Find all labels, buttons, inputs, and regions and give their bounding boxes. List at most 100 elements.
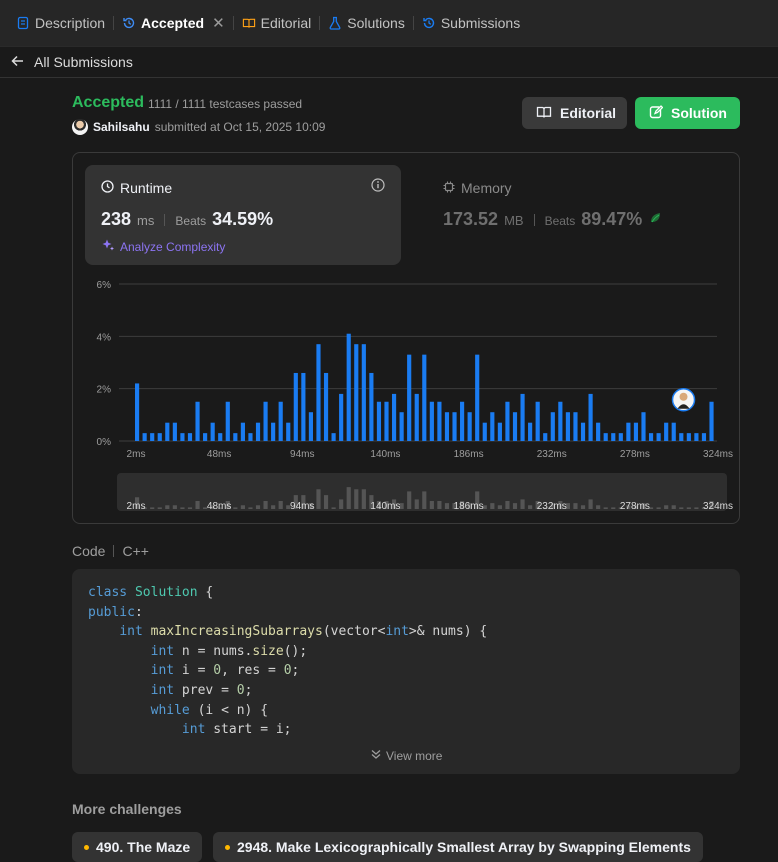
view-more-button[interactable]: View more: [370, 747, 442, 767]
navigator-bar: [671, 505, 676, 509]
y-tick-label: 2%: [97, 385, 112, 396]
bar: [407, 354, 412, 441]
code-line: int start = i;: [181, 722, 292, 738]
navigator-tick-label: 278ms: [620, 501, 650, 512]
memory-card[interactable]: Memory 173.52 MB Beats 89.47%: [427, 165, 727, 265]
bar: [664, 422, 669, 441]
tab-accepted-label: Accepted: [141, 15, 205, 31]
book-icon: [536, 105, 552, 122]
bar: [203, 433, 208, 441]
x-tick-label: 2ms: [127, 449, 146, 460]
difficulty-dot: [225, 844, 230, 850]
navigator-bar: [490, 503, 495, 509]
bar: [376, 401, 382, 441]
bar: [278, 401, 283, 441]
navigator-bar: [150, 507, 155, 509]
chip-icon: [443, 180, 455, 196]
code-line: public:: [88, 604, 143, 620]
avatar[interactable]: [72, 119, 88, 135]
navigator-bar: [588, 499, 593, 509]
info-icon[interactable]: [371, 178, 385, 195]
divider: [113, 545, 115, 557]
bar: [701, 433, 707, 441]
bar: [225, 401, 230, 441]
navigator-bar: [331, 507, 336, 509]
bar: [172, 422, 177, 441]
bar: [437, 401, 442, 441]
solution-button[interactable]: Solution: [635, 97, 740, 129]
leaf-icon: [648, 211, 664, 228]
navigator-bar: [596, 505, 601, 509]
bar: [641, 412, 646, 441]
navigator-tick-label: 94ms: [290, 501, 314, 512]
editorial-button[interactable]: Editorial: [522, 97, 627, 129]
navigator-bar: [422, 491, 427, 509]
navigator-bar: [505, 501, 510, 509]
tab-bar: Description Accepted ✕ Editorial Solutio…: [0, 0, 778, 47]
memory-unit: MB: [504, 213, 524, 228]
your-submission-marker: [679, 392, 688, 401]
challenge-chip[interactable]: 490. The Maze: [72, 832, 203, 862]
navigator-bar: [573, 503, 578, 509]
navigator-bar: [497, 505, 502, 509]
solution-button-label: Solution: [671, 105, 727, 121]
bar: [611, 433, 616, 441]
navigator-bar: [323, 495, 329, 509]
clock-icon: [101, 180, 114, 196]
runtime-label: Runtime: [120, 180, 173, 196]
bar: [218, 433, 223, 441]
tab-editorial[interactable]: Editorial: [236, 0, 318, 47]
bar: [150, 433, 155, 441]
y-tick-label: 0%: [97, 437, 112, 448]
bar: [142, 433, 147, 441]
tab-submissions[interactable]: Submissions: [416, 0, 526, 47]
tab-solutions[interactable]: Solutions: [322, 0, 411, 47]
challenge-chip[interactable]: 2948. Make Lexicographically Smallest Ar…: [213, 832, 703, 862]
analyze-complexity-link[interactable]: Analyze Complexity: [101, 238, 225, 255]
y-tick-label: 6%: [97, 280, 112, 291]
back-to-submissions[interactable]: All Submissions: [0, 47, 778, 78]
runtime-metric: 238 ms Beats 34.59%: [101, 209, 273, 230]
bar: [444, 412, 450, 441]
bar: [648, 433, 654, 441]
username[interactable]: Sahilsahu: [93, 120, 150, 134]
memory-label: Memory: [461, 180, 512, 196]
runtime-distribution-chart[interactable]: 6% 4% 2% 0% 2ms 48ms 94ms 140ms 186ms 232ms 278ms 3…: [73, 271, 739, 521]
code-line: class Solution {: [88, 585, 214, 600]
memory-header: Memory: [443, 180, 512, 196]
bar: [520, 393, 525, 441]
code-header: Code C++: [72, 543, 149, 559]
navigator-bar: [694, 507, 699, 509]
code-line: int i = 0, res = 0;: [150, 663, 300, 679]
navigator-bar: [271, 505, 276, 509]
close-icon[interactable]: ✕: [212, 14, 225, 32]
runtime-value: 238: [101, 209, 132, 229]
x-tick-label: 140ms: [370, 449, 400, 460]
navigator-bar: [180, 507, 185, 509]
bar: [460, 401, 465, 441]
flask-icon: [328, 16, 342, 30]
bar: [180, 433, 185, 441]
editorial-button-label: Editorial: [560, 105, 617, 121]
navigator-bar: [255, 505, 261, 509]
bar: [633, 422, 639, 441]
bar: [165, 422, 170, 441]
bar: [293, 372, 298, 441]
bar: [331, 433, 336, 441]
navigator-tick-label: 48ms: [207, 501, 231, 512]
code-viewer[interactable]: class Solution {public: int maxIncreasin…: [72, 569, 740, 774]
tab-accepted[interactable]: Accepted ✕: [116, 0, 231, 47]
bar: [354, 344, 359, 441]
navigator-tick-label: 140ms: [370, 501, 400, 512]
navigator-bar: [679, 507, 684, 509]
bar: [467, 412, 472, 441]
bar: [429, 401, 434, 441]
bar: [263, 401, 268, 441]
navigator-bar: [520, 499, 525, 509]
runtime-card[interactable]: Runtime 238 ms Beats 34.59% Analyze Comp…: [85, 165, 401, 265]
bar: [558, 401, 563, 441]
x-tick-label: 48ms: [207, 449, 231, 460]
code-line: int prev = 0;: [150, 682, 253, 698]
bar: [399, 412, 404, 441]
tab-description[interactable]: Description: [10, 0, 111, 47]
